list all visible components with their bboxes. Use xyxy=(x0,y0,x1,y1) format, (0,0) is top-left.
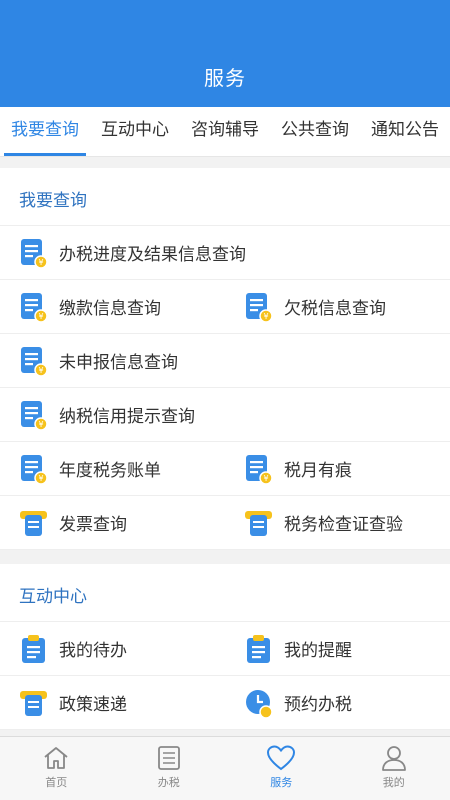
query-section: 我要查询 办税进度及结果信息查询 缴款信息查询 欠税信息查询 未申报信息查询 纳… xyxy=(0,168,450,550)
list-row: 政策速递 预约办税 xyxy=(0,676,450,730)
invoice-printer-icon xyxy=(19,687,48,719)
item-label: 我的待办 xyxy=(59,641,127,661)
item-label: 政策速递 xyxy=(59,695,127,715)
tabbar-label: 服务 xyxy=(270,776,293,789)
invoice-printer-icon xyxy=(244,507,273,539)
page-title: 服务 xyxy=(204,66,246,90)
clipboard-icon xyxy=(19,633,48,665)
item-progress-query[interactable]: 办税进度及结果信息查询 xyxy=(0,226,246,279)
item-monthly-trace[interactable]: 税月有痕 xyxy=(225,442,450,495)
invoice-printer-icon xyxy=(19,507,48,539)
item-label: 年度税务账单 xyxy=(59,461,161,481)
item-undeclared-query[interactable]: 未申报信息查询 xyxy=(0,334,227,387)
item-my-todo[interactable]: 我的待办 xyxy=(0,622,225,675)
person-icon xyxy=(381,746,406,771)
tab-public-query[interactable]: 公共查询 xyxy=(270,107,360,156)
tabbar-label: 办税 xyxy=(157,776,180,789)
document-list-icon xyxy=(19,345,48,377)
item-credit-query[interactable]: 纳税信用提示查询 xyxy=(0,388,227,441)
service-content: 我要查询 办税进度及结果信息查询 缴款信息查询 欠税信息查询 未申报信息查询 纳… xyxy=(0,168,450,730)
section-title-interaction: 互动中心 xyxy=(0,564,450,622)
section-title-query: 我要查询 xyxy=(0,168,450,226)
clipboard-icon xyxy=(244,633,273,665)
tabbar-mine[interactable]: 我的 xyxy=(338,737,450,800)
item-label: 我的提醒 xyxy=(284,641,352,661)
item-label: 欠税信息查询 xyxy=(284,299,386,319)
list-row: 缴款信息查询 欠税信息查询 xyxy=(0,280,450,334)
list-row: 办税进度及结果信息查询 xyxy=(0,226,450,280)
tab-interaction-center[interactable]: 互动中心 xyxy=(90,107,180,156)
list-row: 纳税信用提示查询 xyxy=(0,388,450,442)
tabbar-label: 首页 xyxy=(45,776,68,789)
tab-consulting[interactable]: 咨询辅导 xyxy=(180,107,270,156)
item-arrears-query[interactable]: 欠税信息查询 xyxy=(225,280,450,333)
list-icon xyxy=(157,746,180,770)
heart-icon xyxy=(267,745,296,771)
home-icon xyxy=(44,747,68,769)
list-row: 我的待办 我的提醒 xyxy=(0,622,450,676)
tabbar-service[interactable]: 服务 xyxy=(225,737,338,800)
item-payment-query[interactable]: 缴款信息查询 xyxy=(0,280,225,333)
list-row: 未申报信息查询 xyxy=(0,334,450,388)
list-row: 发票查询 税务检查证查验 xyxy=(0,496,450,550)
item-policy-express[interactable]: 政策速递 xyxy=(0,676,225,729)
category-tabs: 我要查询 互动中心 咨询辅导 公共查询 通知公告 xyxy=(0,107,450,157)
clock-icon xyxy=(244,687,273,719)
tabbar-label: 我的 xyxy=(382,776,405,789)
header-bar: 服务 xyxy=(0,0,450,107)
item-label: 缴款信息查询 xyxy=(59,299,161,319)
item-my-reminder[interactable]: 我的提醒 xyxy=(225,622,450,675)
item-invoice-query[interactable]: 发票查询 xyxy=(0,496,225,549)
item-inspection-verify[interactable]: 税务检查证查验 xyxy=(225,496,450,549)
item-label: 税月有痕 xyxy=(284,461,352,481)
item-label: 税务检查证查验 xyxy=(284,515,403,535)
item-label: 发票查询 xyxy=(59,515,127,535)
item-appointment[interactable]: 预约办税 xyxy=(225,676,450,729)
interaction-section: 互动中心 我的待办 我的提醒 政策速递 预约办税 xyxy=(0,564,450,730)
tabbar-tax[interactable]: 办税 xyxy=(113,737,226,800)
document-list-icon xyxy=(19,399,48,431)
document-list-icon xyxy=(19,291,48,323)
bottom-tab-bar: 首页 办税 服务 我的 xyxy=(0,736,450,800)
document-list-icon xyxy=(19,237,48,269)
tabbar-home[interactable]: 首页 xyxy=(0,737,113,800)
item-annual-bill[interactable]: 年度税务账单 xyxy=(0,442,225,495)
item-label: 未申报信息查询 xyxy=(59,353,178,373)
item-label: 预约办税 xyxy=(284,695,352,715)
item-label: 办税进度及结果信息查询 xyxy=(59,245,246,265)
document-list-icon xyxy=(244,453,273,485)
list-row: 年度税务账单 税月有痕 xyxy=(0,442,450,496)
tab-notices[interactable]: 通知公告 xyxy=(360,107,450,156)
tab-query[interactable]: 我要查询 xyxy=(0,107,90,156)
item-label: 纳税信用提示查询 xyxy=(59,407,195,427)
document-list-icon xyxy=(19,453,48,485)
document-list-icon xyxy=(244,291,273,323)
